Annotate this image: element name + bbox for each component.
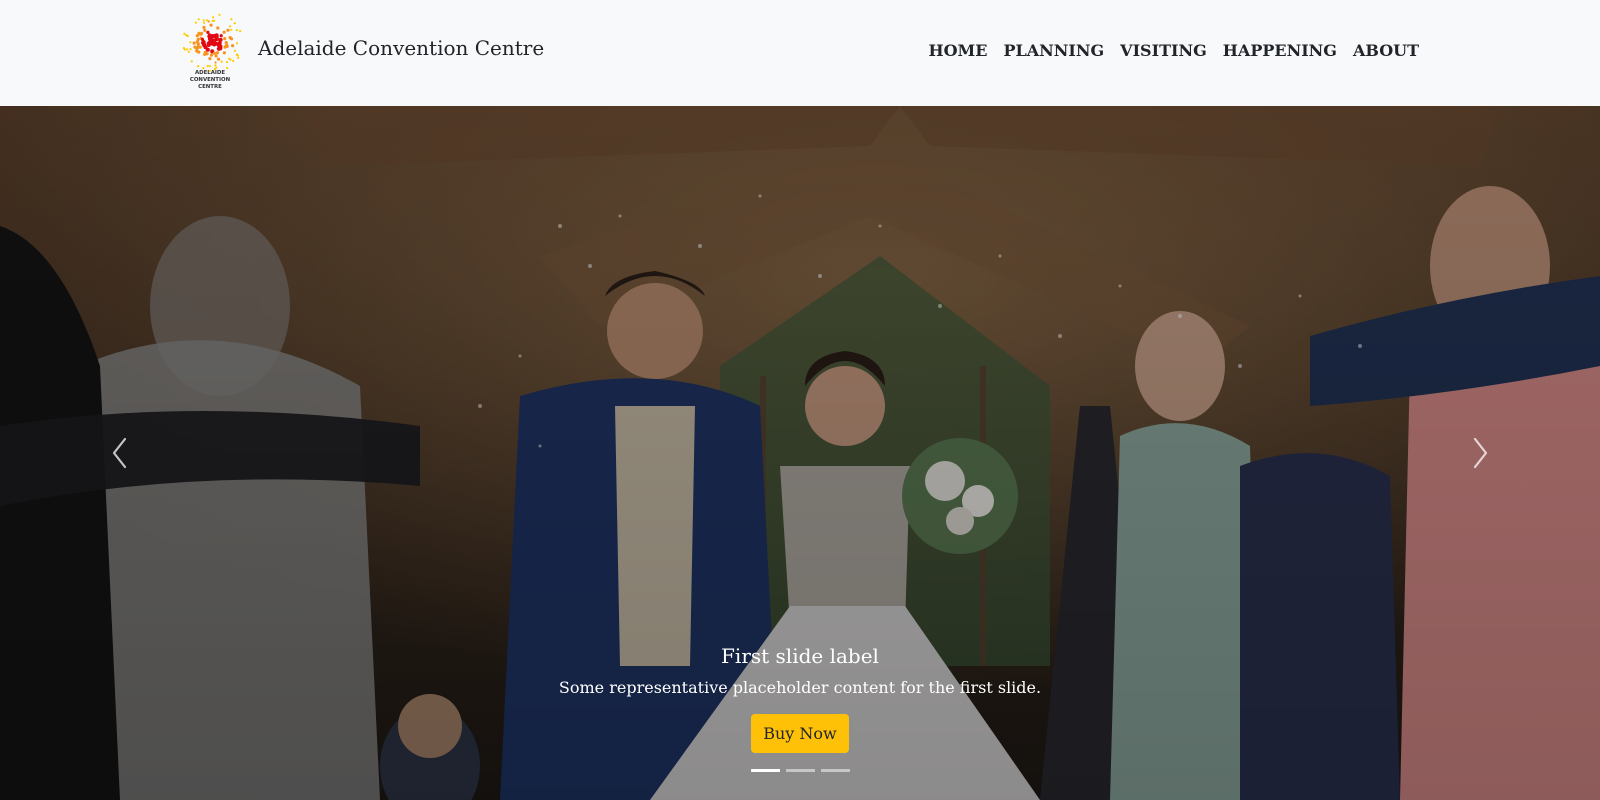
- slide-description: Some representative placeholder content …: [558, 678, 1042, 697]
- chevron-right-icon: [1473, 437, 1488, 469]
- chevron-left-icon: [112, 437, 127, 469]
- slide-indicator-3[interactable]: [820, 769, 850, 772]
- svg-text:CENTRE: CENTRE: [198, 84, 222, 90]
- adelaide-convention-centre-logo: ADELAIDE CONVENTION CENTRE: [182, 13, 242, 90]
- nav-home[interactable]: HOME: [920, 38, 995, 64]
- svg-text:CONVENTION: CONVENTION: [190, 77, 231, 83]
- hero-carousel: First slide label Some representative pl…: [0, 106, 1600, 800]
- brand-name: Adelaide Convention Centre: [258, 36, 545, 60]
- nav-visiting[interactable]: VISITING: [1112, 38, 1215, 64]
- svg-text:ADELAIDE: ADELAIDE: [195, 70, 225, 76]
- brand-link[interactable]: ADELAIDE CONVENTION CENTRE Adelaide Conv…: [176, 8, 544, 94]
- nav-happening[interactable]: HAPPENING: [1215, 38, 1345, 64]
- slide-indicator-2[interactable]: [785, 769, 815, 772]
- slide-indicator-1[interactable]: [750, 769, 780, 772]
- navbar: ADELAIDE CONVENTION CENTRE Adelaide Conv…: [0, 0, 1600, 106]
- nav-about[interactable]: ABOUT: [1345, 38, 1419, 64]
- carousel-indicators: [0, 769, 1600, 772]
- slide-title: First slide label: [721, 644, 879, 668]
- buy-now-button[interactable]: Buy Now: [751, 714, 849, 753]
- main-nav: HOME PLANNING VISITING HAPPENING ABOUT: [920, 38, 1419, 64]
- carousel-caption: First slide label Some representative pl…: [0, 642, 1600, 753]
- nav-planning[interactable]: PLANNING: [995, 38, 1112, 64]
